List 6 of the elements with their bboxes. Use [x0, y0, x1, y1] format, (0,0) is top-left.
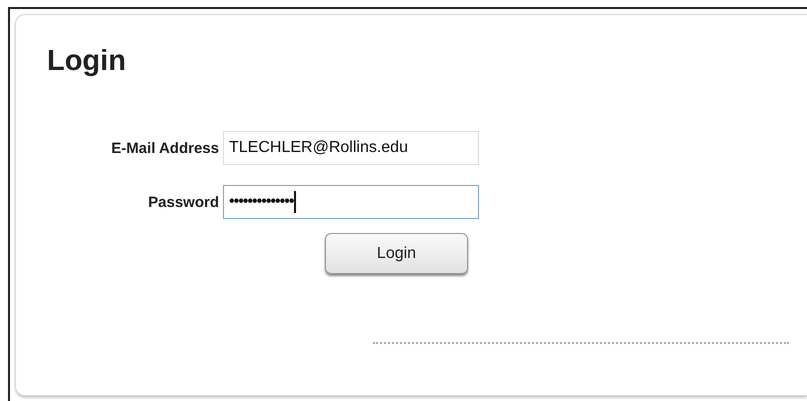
field-label: Password — [148, 194, 219, 210]
email-field[interactable]: TLECHLER@Rollins.edu — [223, 131, 479, 165]
login-button[interactable]: Login — [325, 233, 468, 274]
field-label: E-Mail Address — [111, 140, 219, 156]
login-title: Login — [47, 44, 126, 79]
password-field[interactable]: •••••••••••••• — [223, 185, 479, 219]
